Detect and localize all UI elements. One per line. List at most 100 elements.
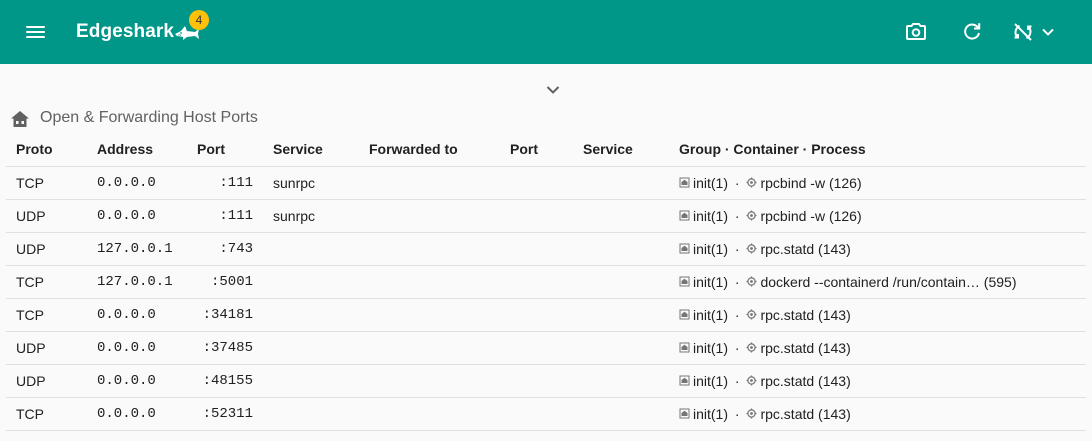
table-row[interactable]: UDP 0.0.0.0:48155 init(1) · rpc.statd (143… [6,364,1086,398]
cell-forward-port [500,397,573,431]
process-icon [746,274,757,290]
cell-forward-service [573,331,669,365]
group-icon [679,307,690,323]
cell-forward-port [500,331,573,365]
process-icon [746,373,757,389]
table-row[interactable]: TCP 127.0.0.1:5001 init(1) · dockerd --con… [6,265,1086,299]
process-name[interactable]: rpcbind -w (126) [760,175,861,191]
refresh-icon[interactable] [960,20,984,44]
group-name[interactable]: init(1) [693,340,728,356]
cell-service [263,331,359,365]
process-icon [746,208,757,224]
cell-proto: TCP [6,265,87,299]
table-row[interactable]: UDP 127.0.0.1:743 init(1) · rpc.statd (143… [6,232,1086,266]
cell-forward-service [573,232,669,266]
group-name[interactable]: init(1) [693,208,728,224]
cell-group-process: init(1) · rpcbind -w (126) [669,166,1086,200]
cell-port: :48155 [187,364,263,398]
table-row[interactable]: TCP 0.0.0.0:52311 init(1) · rpc.statd (143… [6,397,1086,431]
process-name[interactable]: rpcbind -w (126) [760,208,861,224]
cell-forward-port [500,298,573,332]
table-row[interactable]: TCP 0.0.0.0:34181 init(1) · rpc.statd (143… [6,298,1086,332]
group-name[interactable]: init(1) [693,406,728,422]
cell-forwarded-to [359,331,500,365]
group-name[interactable]: init(1) [693,274,728,290]
col-forward-port[interactable]: Port [500,132,573,167]
cell-service [263,397,359,431]
cell-proto: UDP [6,331,87,365]
group-icon [679,373,690,389]
col-service[interactable]: Service [263,132,359,167]
cell-group-process: init(1) · rpc.statd (143) [669,232,1086,266]
group-icon [679,406,690,422]
group-name[interactable]: init(1) [693,175,728,191]
table-row[interactable]: UDP 0.0.0.0:111 sunrpc init(1) · rpcbind -w… [6,199,1086,233]
notification-badge: 4 [189,10,209,30]
table-row[interactable]: UDP 0.0.0.0:37485 init(1) · rpc.statd (143… [6,331,1086,365]
col-forwarded-to[interactable]: Forwarded to [359,132,500,167]
process-icon [746,307,757,323]
group-icon [679,340,690,356]
expand-chevron-icon[interactable] [543,80,563,100]
cell-forwarded-to [359,298,500,332]
process-name[interactable]: rpc.statd (143) [760,406,850,422]
cell-forward-service [573,298,669,332]
cell-forward-service [573,199,669,233]
cell-forward-service [573,265,669,299]
separator-dot: · [731,207,744,224]
sync-disabled-icon[interactable] [1011,20,1035,44]
cell-port: :5001 [187,265,263,299]
app-title: Edgeshark [76,21,175,42]
process-name[interactable]: rpc.statd (143) [760,373,850,389]
cell-proto: UDP [6,232,87,266]
cell-port: :111 [187,199,263,233]
cell-forward-service [573,166,669,200]
cell-forward-port [500,199,573,233]
separator-dot: · [731,273,744,290]
chevron-down-icon[interactable] [1038,20,1058,44]
cell-forward-service [573,397,669,431]
cell-address: 0.0.0.0 [87,199,187,233]
process-name[interactable]: rpc.statd (143) [760,307,850,323]
cell-forwarded-to [359,166,500,200]
separator-dot: · [731,306,744,323]
separator-dot: · [731,372,744,389]
table-row[interactable]: TCP 0.0.0.0:111 sunrpc init(1) · rpcbind -w… [6,166,1086,200]
cell-port: :743 [187,232,263,266]
cell-address: 0.0.0.0 [87,397,187,431]
cell-port: :37485 [187,331,263,365]
menu-icon[interactable] [24,20,48,44]
cell-address: 127.0.0.1 [87,232,187,266]
cell-forward-port [500,232,573,266]
cell-service [263,364,359,398]
col-forward-service[interactable]: Service [573,132,669,167]
camera-icon[interactable] [904,20,928,44]
group-name[interactable]: init(1) [693,307,728,323]
separator-dot: · [731,405,744,422]
cell-address: 0.0.0.0 [87,298,187,332]
col-port[interactable]: Port [187,132,263,167]
table-header-row: Proto Address Port Service Forwarded to … [6,132,1086,167]
process-name[interactable]: rpc.statd (143) [760,241,850,257]
home-network-icon [11,111,29,127]
ports-table: Proto Address Port Service Forwarded to … [6,132,1086,431]
process-name[interactable]: rpc.statd (143) [760,340,850,356]
cell-service [263,265,359,299]
cell-service: sunrpc [263,166,359,200]
col-group-container-process[interactable]: Group · Container · Process [669,132,1086,167]
group-name[interactable]: init(1) [693,373,728,389]
group-icon [679,274,690,290]
cell-proto: TCP [6,166,87,200]
cell-service [263,298,359,332]
col-proto[interactable]: Proto [6,132,87,167]
cell-port: :52311 [187,397,263,431]
cell-proto: TCP [6,298,87,332]
col-address[interactable]: Address [87,132,187,167]
group-name[interactable]: init(1) [693,241,728,257]
process-name[interactable]: dockerd --containerd /run/contain… (595) [760,274,1016,290]
cell-address: 0.0.0.0 [87,364,187,398]
cell-forwarded-to [359,232,500,266]
process-icon [746,175,757,191]
process-icon [746,241,757,257]
cell-service [263,232,359,266]
